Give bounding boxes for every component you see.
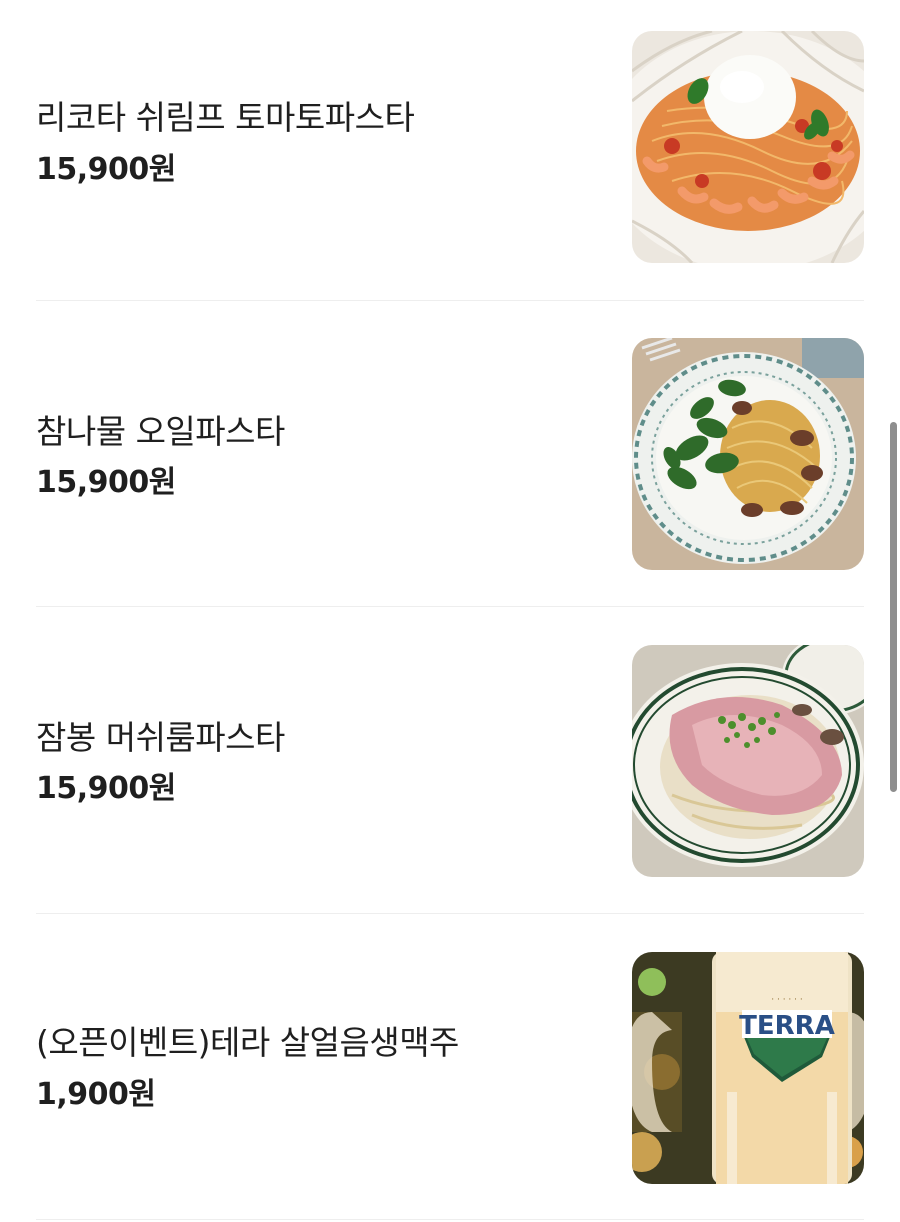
menu-item-price: 15,900원 [36,152,176,187]
svg-text:· · · · · ·: · · · · · · [771,995,802,1005]
menu-item-price: 15,900원 [36,465,176,500]
scrollbar-thumb[interactable] [890,422,897,792]
menu-item-name: 리코타 쉬림프 토마토파스타 [36,98,415,137]
menu-item-name: (오픈이벤트)테라 살얼음생맥주 [36,1023,459,1062]
menu-item-name: 참나물 오일파스타 [36,412,285,451]
terra-beer-mug-photo: TERRA · · · · · · [632,952,864,1184]
menu-item-terra-draft-beer[interactable]: (오픈이벤트)테라 살얼음생맥주 1,900원 TERRA · · · · · … [36,914,864,1220]
menu-item-divider [36,606,864,607]
chamnamul-oil-pasta-photo [632,338,864,570]
menu-item-jambon-mushroom-pasta[interactable]: 잠봉 머쉬룸파스타 15,900원 [36,608,864,914]
menu-item-price: 1,900원 [36,1077,156,1112]
menu-item-price: 15,900원 [36,771,176,806]
terra-logo: TERRA [739,1011,835,1041]
vertical-scrollbar[interactable] [890,0,897,1222]
menu-item-divider [36,1219,864,1220]
menu-item-chamnamul-oil-pasta[interactable]: 참나물 오일파스타 15,900원 [36,301,864,607]
menu-item-name: 잠봉 머쉬룸파스타 [36,718,285,757]
shrimp-tomato-pasta-photo [632,31,864,263]
menu-item-ricotta-shrimp-tomato-pasta[interactable]: 리코타 쉬림프 토마토파스타 15,900원 [36,0,864,301]
jambon-mushroom-pasta-photo [632,645,864,877]
